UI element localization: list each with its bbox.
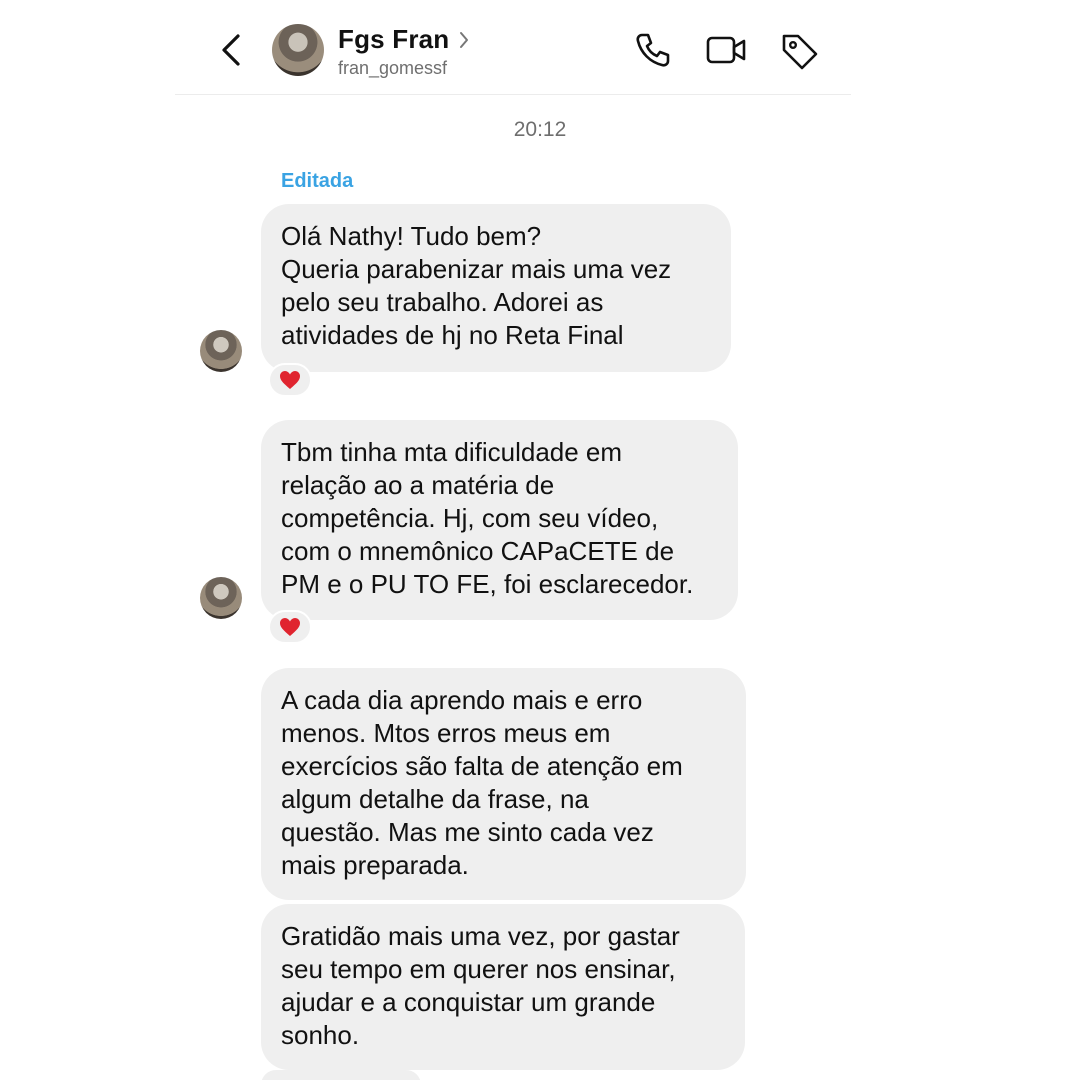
message-bubble[interactable]: A cada dia aprendo mais e erro menos. Mt… <box>261 668 746 900</box>
message-bubble[interactable]: Gratidão mais uma vez, por gastar seu te… <box>261 904 745 1070</box>
back-button[interactable] <box>210 30 254 74</box>
message-line: questão. Mas me sinto cada vez <box>281 817 654 847</box>
contact-username: fran_gomessf <box>338 58 448 78</box>
call-button[interactable] <box>632 30 672 70</box>
message-line: com o mnemônico CAPaCETE de <box>281 536 675 566</box>
message-line: A cada dia aprendo mais e erro <box>281 685 643 715</box>
message-line: PM e o PU TO FE, foi esclarecedor. <box>281 569 694 599</box>
heart-icon <box>280 618 300 636</box>
message-line: algum detalhe da frase, na <box>281 784 589 814</box>
heart-icon <box>280 371 300 389</box>
message-line: ajudar e a conquistar um grande <box>281 987 656 1017</box>
message-line: Gratidão mais uma vez, por gastar <box>281 921 680 951</box>
contact-avatar[interactable] <box>272 24 324 76</box>
tag-icon <box>782 34 818 70</box>
message-line: competência. Hj, com seu vídeo, <box>281 503 659 533</box>
contact-name-link[interactable]: Fgs Fran <box>338 24 471 55</box>
contact-name: Fgs Fran <box>338 24 450 54</box>
message-reaction[interactable] <box>268 363 312 397</box>
message-line: pelo seu trabalho. Adorei as <box>281 287 604 317</box>
tag-button[interactable] <box>778 30 818 70</box>
message-line: menos. Mtos erros meus em <box>281 718 611 748</box>
edited-label: Editada <box>281 170 354 192</box>
message-line: seu tempo em querer nos ensinar, <box>281 954 676 984</box>
message-bubble-partial[interactable] <box>261 1070 421 1080</box>
message-bubble[interactable]: Tbm tinha mta dificuldade em relação ao … <box>261 420 738 620</box>
chat-screen: Fgs Fran fran_gomessf 20:12 Editada Olá … <box>0 0 1080 1080</box>
message-line: atividades de hj no Reta Final <box>281 320 624 350</box>
message-line: Tbm tinha mta dificuldade em <box>281 437 623 467</box>
video-call-button[interactable] <box>704 30 746 70</box>
phone-icon <box>636 33 670 67</box>
message-line: Olá Nathy! Tudo bem? <box>281 221 542 251</box>
sender-avatar[interactable] <box>200 577 242 619</box>
message-line: mais preparada. <box>281 850 469 880</box>
sender-avatar[interactable] <box>200 330 242 372</box>
message-line: Queria parabenizar mais uma vez <box>281 254 672 284</box>
video-camera-icon <box>706 36 746 64</box>
message-line: relação ao a matéria de <box>281 470 555 500</box>
back-arrow-icon <box>222 34 240 66</box>
message-line: sonho. <box>281 1020 360 1050</box>
message-timestamp: 20:12 <box>513 118 567 141</box>
chevron-right-icon <box>460 31 469 48</box>
message-bubble[interactable]: Olá Nathy! Tudo bem? Queria parabenizar … <box>261 204 731 372</box>
message-reaction[interactable] <box>268 610 312 644</box>
message-line: exercícios são falta de atenção em <box>281 751 683 781</box>
